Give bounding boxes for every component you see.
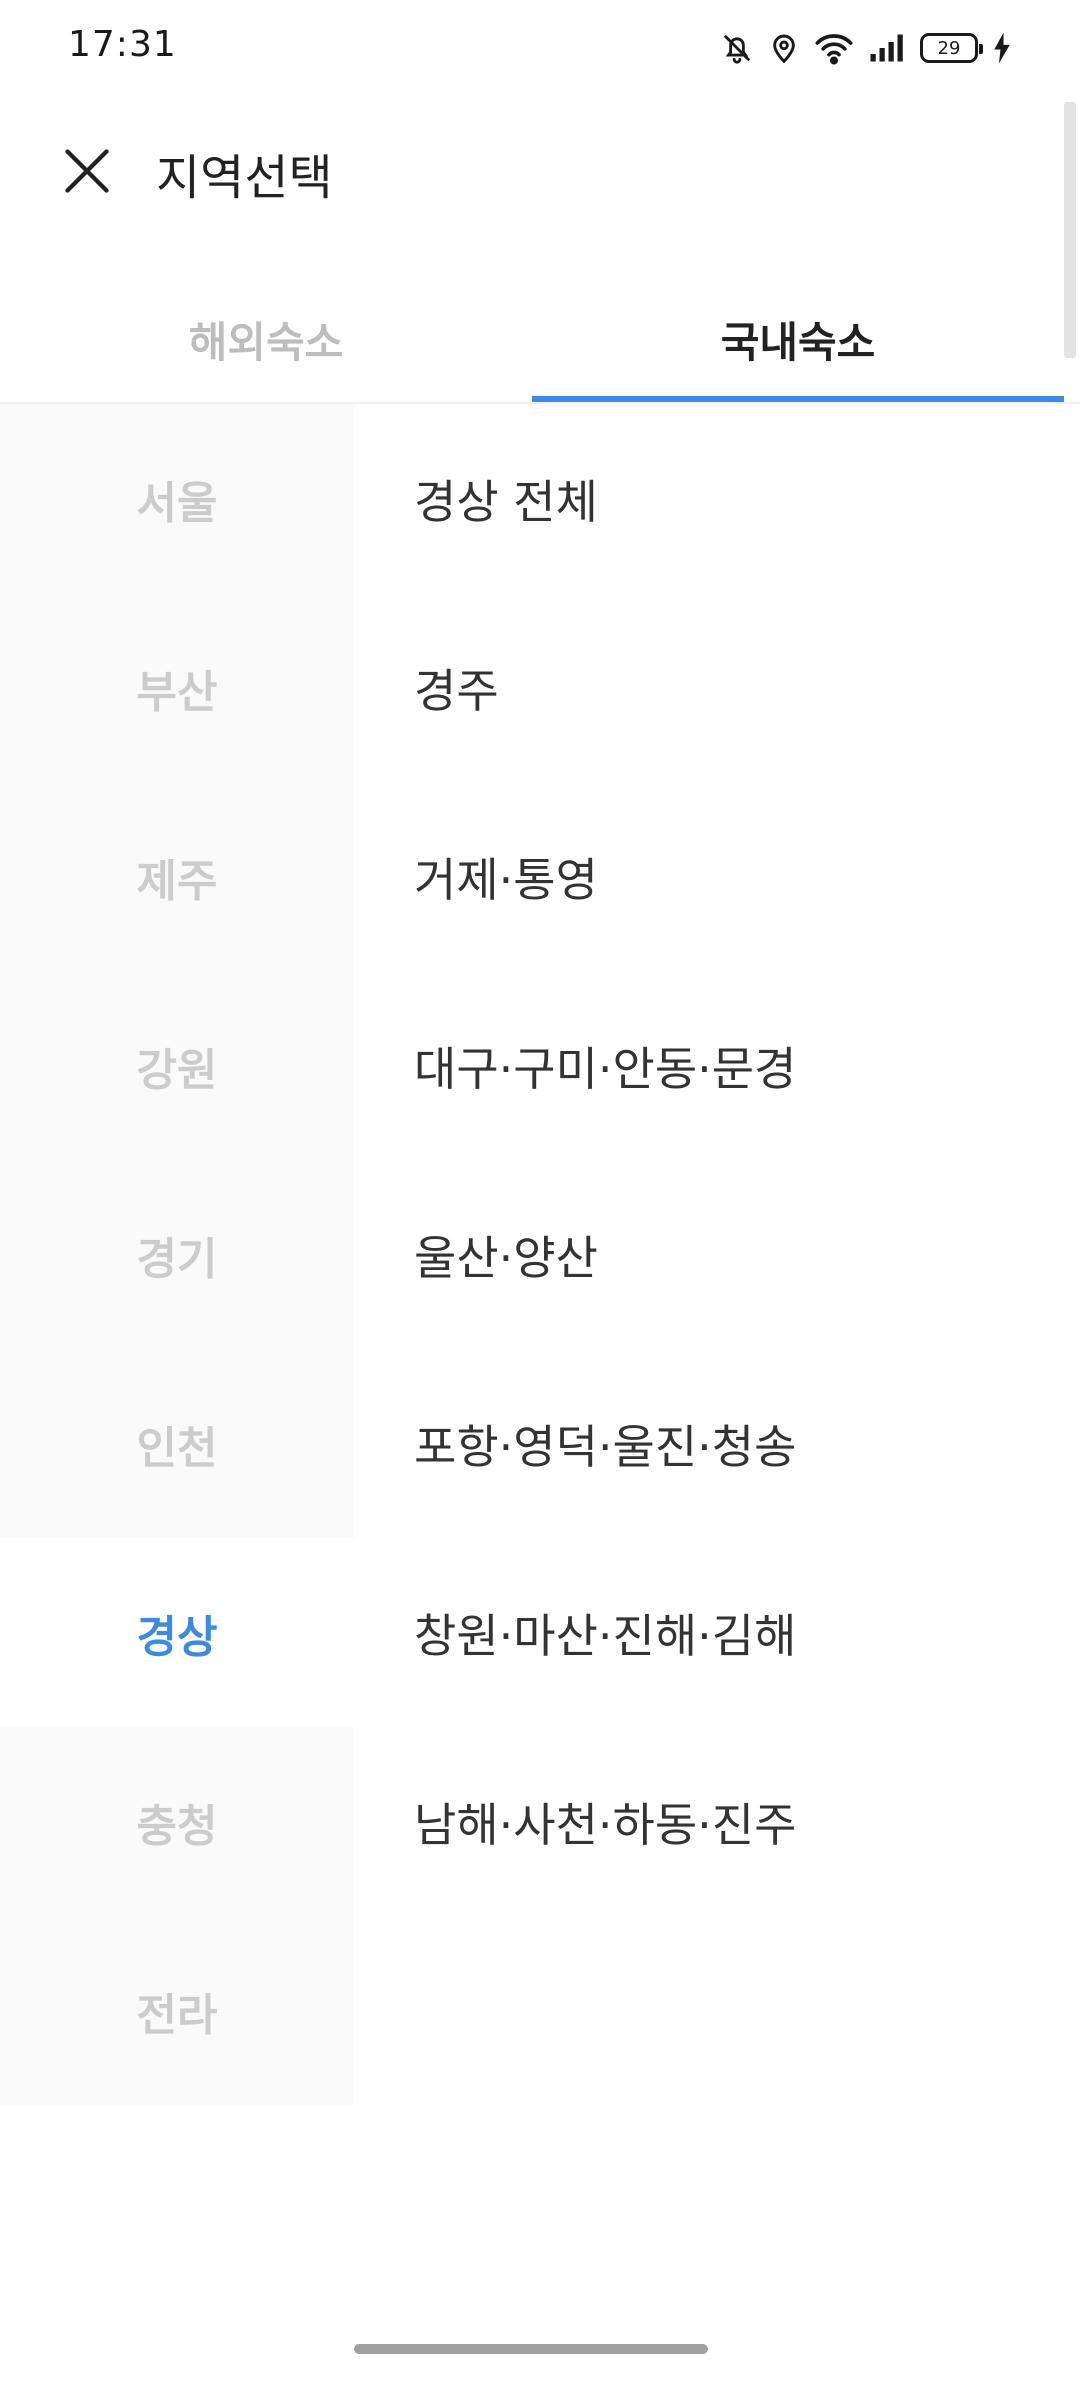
tab-label: 국내숙소 [720, 317, 876, 367]
region-item-busan[interactable]: 부산 [0, 593, 354, 782]
region-item-gangwon[interactable]: 강원 [0, 971, 354, 1160]
battery-level: 29 [937, 37, 961, 59]
subregion-item[interactable]: 남해·사천·하동·진주 [354, 1727, 1064, 1916]
tab-domestic[interactable]: 국내숙소 [532, 276, 1064, 402]
region-list: 서울 부산 제주 강원 경기 인천 경상 충청 전라 [0, 404, 354, 2105]
subregion-item[interactable]: 창원·마산·진해·김해 [354, 1538, 1064, 1727]
region-item-seoul[interactable]: 서울 [0, 404, 354, 593]
subregion-item[interactable]: 거제·통영 [354, 782, 1064, 971]
region-item-jeju[interactable]: 제주 [0, 782, 354, 971]
status-icons: 29 [720, 26, 1012, 70]
subregion-item[interactable]: 경주 [354, 593, 1064, 782]
page-title: 지역선택 [156, 150, 333, 206]
battery-icon: 29 [920, 33, 983, 63]
tab-label: 해외숙소 [188, 317, 344, 367]
subregion-list: 경상 전체 경주 거제·통영 대구·구미·안동·문경 울산·양산 포항·영덕·울… [354, 404, 1064, 1916]
subregion-item[interactable]: 경상 전체 [354, 404, 1064, 593]
subregion-item[interactable]: 대구·구미·안동·문경 [354, 971, 1064, 1160]
tab-bar: 해외숙소 국내숙소 [0, 276, 1064, 402]
status-bar: 17:31 29 [0, 0, 1080, 96]
region-item-chungcheong[interactable]: 충청 [0, 1727, 354, 1916]
close-button[interactable] [50, 136, 124, 210]
home-indicator[interactable] [354, 2344, 708, 2354]
wifi-icon [814, 31, 854, 65]
status-time: 17:31 [68, 24, 177, 65]
signal-icon [868, 33, 906, 63]
charging-icon [992, 31, 1012, 65]
battery-nub [979, 44, 983, 54]
location-icon [768, 31, 800, 65]
close-icon [61, 145, 113, 201]
scroll-indicator [1064, 102, 1076, 358]
bell-off-icon [720, 31, 754, 65]
tab-overseas[interactable]: 해외숙소 [0, 276, 532, 402]
header: 지역선택 [0, 96, 1080, 246]
subregion-item[interactable]: 포항·영덕·울진·청송 [354, 1349, 1064, 1538]
region-item-incheon[interactable]: 인천 [0, 1349, 354, 1538]
region-item-gyeonggi[interactable]: 경기 [0, 1160, 354, 1349]
region-item-gyeongsang[interactable]: 경상 [0, 1538, 354, 1727]
region-item-jeolla[interactable]: 전라 [0, 1916, 354, 2105]
subregion-item[interactable]: 울산·양산 [354, 1160, 1064, 1349]
